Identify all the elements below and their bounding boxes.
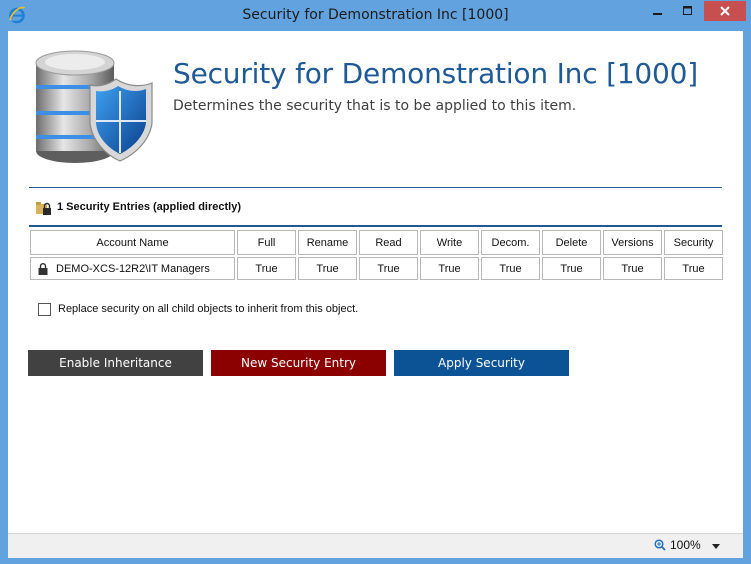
cell-account-name[interactable]: DEMO-XCS-12R2\IT Managers (30, 257, 235, 280)
divider (29, 187, 722, 188)
chevron-down-icon[interactable] (712, 544, 720, 549)
window-title: Security for Demonstration Inc [1000] (242, 7, 509, 23)
table-row[interactable]: DEMO-XCS-12R2\IT Managers True True True… (30, 257, 723, 280)
status-bar: 100% (8, 533, 743, 558)
enable-inheritance-button[interactable]: Enable Inheritance (28, 350, 203, 376)
page-title: Security for Demonstration Inc [1000] (173, 57, 698, 90)
column-header-account-name[interactable]: Account Name (30, 230, 235, 255)
cell-full[interactable]: True (237, 257, 296, 280)
content-area: Security for Demonstration Inc [1000] De… (8, 31, 743, 533)
column-header-decom[interactable]: Decom. (481, 230, 540, 255)
cell-decom[interactable]: True (481, 257, 540, 280)
app-window: Security for Demonstration Inc [1000] Se… (0, 0, 751, 564)
divider (29, 225, 722, 227)
column-header-delete[interactable]: Delete (542, 230, 601, 255)
maximize-button[interactable] (673, 0, 703, 22)
table-header-row: Account Name Full Rename Read Write Deco… (30, 230, 723, 255)
cell-rename[interactable]: True (298, 257, 357, 280)
column-header-security[interactable]: Security (664, 230, 723, 255)
cell-versions[interactable]: True (603, 257, 662, 280)
close-button[interactable] (704, 1, 746, 21)
new-security-entry-button[interactable]: New Security Entry (211, 350, 386, 376)
replace-child-option[interactable]: Replace security on all child objects to… (38, 301, 358, 317)
page-subtitle: Determines the security that is to be ap… (173, 98, 577, 114)
title-bar[interactable]: Security for Demonstration Inc [1000] (0, 0, 751, 31)
apply-security-button[interactable]: Apply Security (394, 350, 569, 376)
column-header-full[interactable]: Full (237, 230, 296, 255)
minimize-icon (653, 13, 662, 15)
security-entries-label: 1 Security Entries (applied directly) (57, 201, 242, 213)
column-header-read[interactable]: Read (359, 230, 418, 255)
cell-delete[interactable]: True (542, 257, 601, 280)
security-entries-header: 1 Security Entries (applied directly) (29, 194, 722, 224)
column-header-rename[interactable]: Rename (298, 230, 357, 255)
column-header-write[interactable]: Write (420, 230, 479, 255)
maximize-icon (683, 6, 692, 15)
close-icon (720, 6, 730, 16)
lock-folder-icon (36, 202, 51, 215)
minimize-button[interactable] (643, 0, 673, 22)
zoom-icon (654, 539, 666, 551)
replace-child-label[interactable]: Replace security on all child objects to… (58, 303, 358, 315)
column-header-versions[interactable]: Versions (603, 230, 662, 255)
security-table: Account Name Full Rename Read Write Deco… (28, 228, 725, 282)
cell-security[interactable]: True (664, 257, 723, 280)
database-shield-icon (35, 50, 153, 163)
account-name: DEMO-XCS-12R2\IT Managers (56, 262, 210, 275)
lock-icon (38, 262, 48, 275)
cell-write[interactable]: True (420, 257, 479, 280)
zoom-level: 100% (670, 538, 701, 552)
cell-read[interactable]: True (359, 257, 418, 280)
zoom-control[interactable]: 100% (654, 538, 701, 552)
replace-child-checkbox[interactable] (38, 302, 51, 316)
